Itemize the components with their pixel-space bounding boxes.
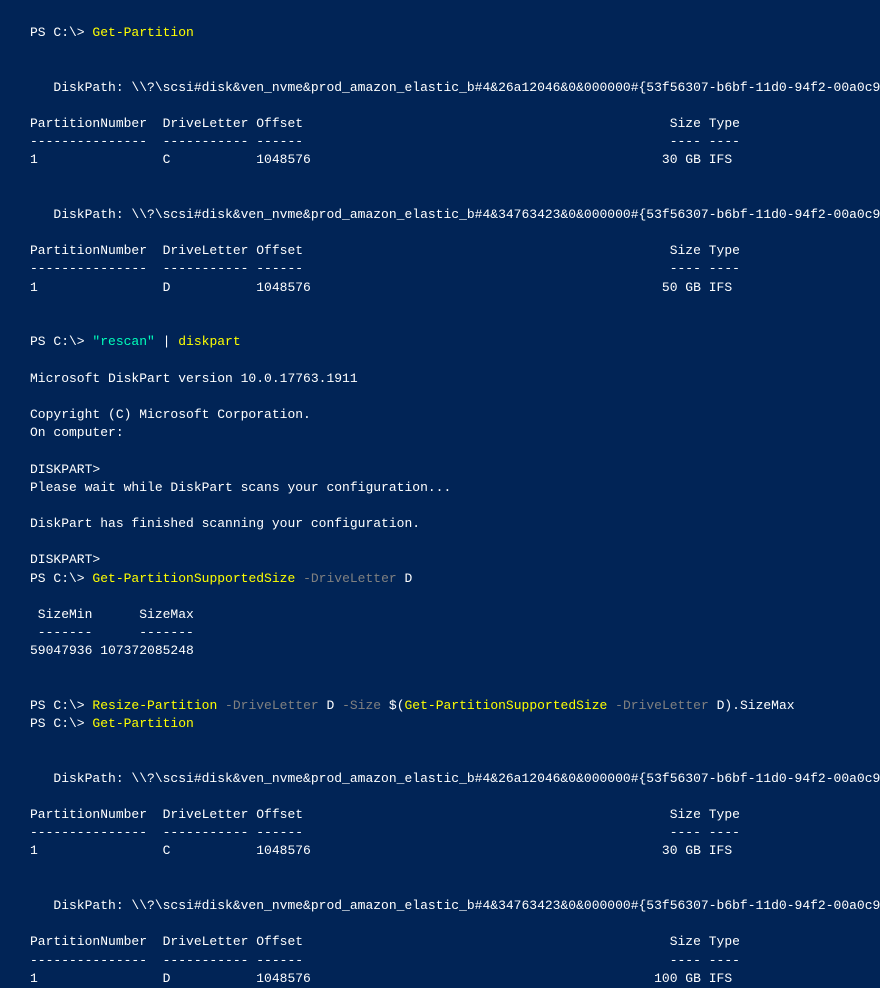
param-driveletter: -DriveLetter (217, 698, 318, 713)
param-driveletter: -DriveLetter (295, 571, 396, 586)
table-header: PartitionNumber DriveLetter Offset Size … (30, 933, 850, 951)
table-separator: --------------- ----------- ------ ---- … (30, 133, 850, 151)
size-header: SizeMin SizeMax (30, 606, 850, 624)
diskpart-computer: On computer: (30, 424, 850, 442)
ps-prompt: PS C:\> (30, 716, 92, 731)
diskpath-line: DiskPath: \\?\scsi#disk&ven_nvme&prod_am… (30, 79, 850, 97)
table-row: 1 D 1048576 100 GB IFS (30, 970, 850, 988)
size-row: 59047936 107372085248 (30, 642, 850, 660)
ps-prompt: PS C:\> (30, 25, 92, 40)
ps-prompt: PS C:\> (30, 698, 92, 713)
diskpath-line: DiskPath: \\?\scsi#disk&ven_nvme&prod_am… (30, 206, 850, 224)
diskpath-line: DiskPath: \\?\scsi#disk&ven_nvme&prod_am… (30, 770, 850, 788)
param-driveletter: -DriveLetter (607, 698, 708, 713)
command-line: PS C:\> Get-PartitionSupportedSize -Driv… (30, 570, 850, 588)
table-row: 1 C 1048576 30 GB IFS (30, 151, 850, 169)
table-header: PartitionNumber DriveLetter Offset Size … (30, 806, 850, 824)
diskpath-line: DiskPath: \\?\scsi#disk&ven_nvme&prod_am… (30, 897, 850, 915)
cmd-diskpart: diskpart (178, 334, 240, 349)
cmdlet-get-partition-supported-size: Get-PartitionSupportedSize (92, 571, 295, 586)
cmdlet-get-partition: Get-Partition (92, 25, 193, 40)
cmdlet-get-partition: Get-Partition (92, 716, 193, 731)
arg-value: D (319, 698, 335, 713)
param-size: -Size (334, 698, 381, 713)
command-line: PS C:\> Get-Partition (30, 715, 850, 733)
cmdlet-get-partition-supported-size: Get-PartitionSupportedSize (405, 698, 608, 713)
ps-prompt: PS C:\> (30, 334, 92, 349)
table-separator: --------------- ----------- ------ ---- … (30, 952, 850, 970)
table-separator: --------------- ----------- ------ ---- … (30, 260, 850, 278)
dollar-open: $( (381, 698, 404, 713)
command-line: PS C:\> Get-Partition (30, 24, 850, 42)
table-separator: --------------- ----------- ------ ---- … (30, 824, 850, 842)
string-rescan: "rescan" (92, 334, 154, 349)
ps-prompt: PS C:\> (30, 571, 92, 586)
diskpart-prompt: DISKPART> (30, 551, 850, 569)
table-header: PartitionNumber DriveLetter Offset Size … (30, 242, 850, 260)
arg-value: D (397, 571, 413, 586)
terminal-output[interactable]: PS C:\> Get-Partition DiskPath: \\?\scsi… (30, 24, 850, 988)
command-line: PS C:\> "rescan" | diskpart (30, 333, 850, 351)
diskpart-wait: Please wait while DiskPart scans your co… (30, 479, 850, 497)
size-separator: ------- ------- (30, 624, 850, 642)
diskpart-copyright: Copyright (C) Microsoft Corporation. (30, 406, 850, 424)
table-header: PartitionNumber DriveLetter Offset Size … (30, 115, 850, 133)
cmdlet-resize-partition: Resize-Partition (92, 698, 217, 713)
table-row: 1 D 1048576 50 GB IFS (30, 279, 850, 297)
table-row: 1 C 1048576 30 GB IFS (30, 842, 850, 860)
diskpart-prompt: DISKPART> (30, 461, 850, 479)
command-line: PS C:\> Resize-Partition -DriveLetter D … (30, 697, 850, 715)
diskpart-done: DiskPart has finished scanning your conf… (30, 515, 850, 533)
sizemax-suffix: D).SizeMax (709, 698, 795, 713)
diskpart-version: Microsoft DiskPart version 10.0.17763.19… (30, 370, 850, 388)
pipe-operator: | (155, 334, 178, 349)
